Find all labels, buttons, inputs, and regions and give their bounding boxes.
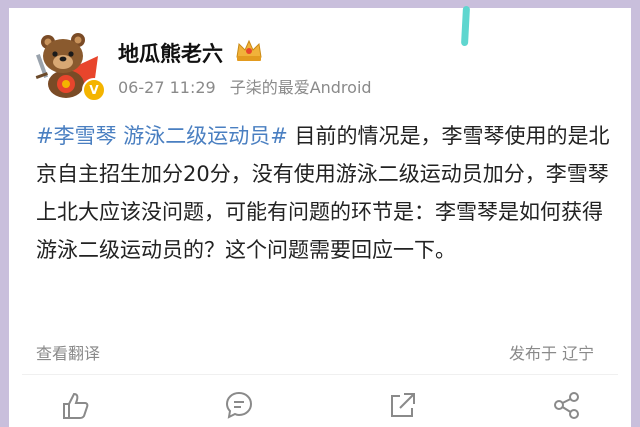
topic-link[interactable]: #李雪琴 游泳二级运动员#: [36, 124, 288, 148]
post-text: #李雪琴 游泳二级运动员# 目前的情况是，李雪琴使用的是北京自主招生加分20分，…: [36, 117, 612, 269]
post-meta: 06-27 11:29 子柒的最爱Android: [118, 74, 372, 98]
repost-icon[interactable]: [386, 388, 420, 422]
frame-right: [631, 0, 640, 427]
crown-badge-icon[interactable]: [234, 37, 264, 63]
verified-badge: V: [82, 78, 106, 102]
comment-icon[interactable]: [222, 388, 256, 422]
translate-link[interactable]: 查看翻译: [36, 340, 100, 364]
frame-top: [0, 0, 640, 8]
username[interactable]: 地瓜熊老六: [118, 38, 223, 68]
post-time: 06-27 11:29: [118, 78, 216, 97]
share-icon[interactable]: [550, 388, 584, 422]
frame-left: [0, 0, 9, 427]
like-icon[interactable]: [58, 388, 92, 422]
post-source: 子柒的最爱Android: [229, 78, 372, 97]
post-location: 发布于 辽宁: [509, 344, 595, 363]
divider: [22, 374, 618, 375]
